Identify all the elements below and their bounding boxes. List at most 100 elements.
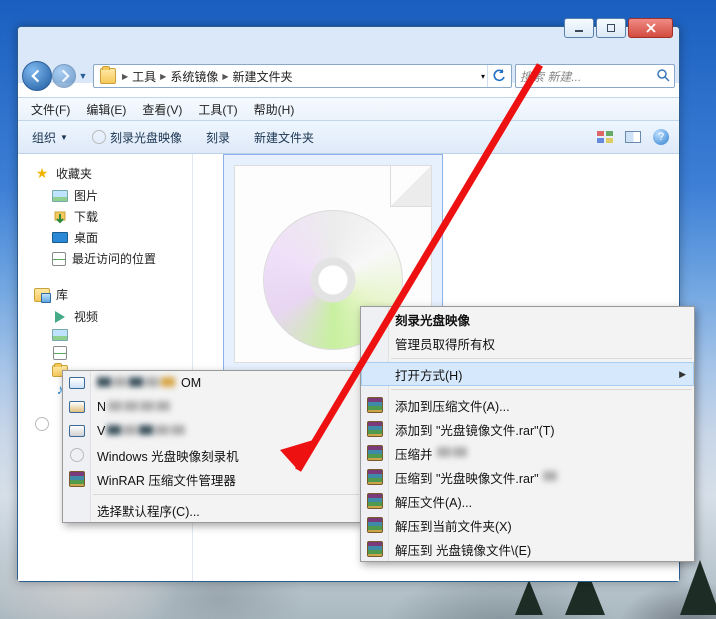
preview-pane-button[interactable]	[621, 126, 645, 148]
ctx-burn-disc-image[interactable]: 刻录光盘映像	[361, 307, 694, 331]
breadcrumb-seg-1[interactable]: 系统镜像	[168, 68, 220, 85]
ctx-extract-to-named[interactable]: 解压到 光盘镜像文件\(E)	[361, 537, 694, 561]
winrar-icon	[367, 469, 383, 485]
sidebar-favorites[interactable]: ★收藏夹	[22, 162, 188, 185]
address-bar[interactable]: ▶ 工具 ▶ 系统镜像 ▶ 新建文件夹 ▾	[93, 64, 512, 88]
sidebar-item-downloads[interactable]: 下载	[22, 206, 188, 227]
folder-icon	[100, 68, 116, 84]
ctx-compress-to-named[interactable]: 压缩到 "光盘映像文件.rar"	[361, 465, 694, 489]
winrar-icon	[367, 493, 383, 509]
ctx-compress-and[interactable]: 压缩并	[361, 441, 694, 465]
menu-separator	[93, 494, 359, 495]
menu-separator	[391, 389, 692, 390]
sidebar-item-pictures-lib[interactable]	[22, 327, 188, 343]
view-options-icon	[597, 131, 613, 143]
view-options-button[interactable]	[593, 126, 617, 148]
menu-edit[interactable]: 编辑(E)	[79, 99, 133, 120]
app-icon	[69, 399, 85, 415]
ctx-add-to-archive[interactable]: 添加到压缩文件(A)...	[361, 393, 694, 417]
menu-help[interactable]: 帮助(H)	[247, 99, 302, 120]
burner-icon	[69, 447, 85, 463]
winrar-icon	[367, 541, 383, 557]
ctx-label: 添加到 "光盘镜像文件.rar"(T)	[395, 420, 555, 439]
sidebar-item-videos[interactable]: 视频	[22, 306, 188, 327]
file-context-menu: 刻录光盘映像 管理员取得所有权 打开方式(H) ▶ 添加到压缩文件(A)... …	[360, 306, 695, 562]
menu-separator	[391, 358, 692, 359]
ctx-extract-files[interactable]: 解压文件(A)...	[361, 489, 694, 513]
ctx-open-with[interactable]: 打开方式(H) ▶	[361, 362, 694, 386]
command-bar: 组织 ▼ 刻录光盘映像 刻录 新建文件夹 ?	[18, 121, 679, 154]
computer-icon	[34, 416, 50, 432]
sidebar-libraries[interactable]: 库	[22, 283, 188, 306]
breadcrumb-separator[interactable]: ▶	[220, 72, 230, 81]
pictures-icon	[52, 329, 68, 341]
open-with-item-censored-2[interactable]: N	[63, 395, 361, 419]
breadcrumb-separator[interactable]: ▶	[120, 72, 130, 81]
ctx-label: 打开方式(H)	[395, 365, 462, 384]
open-with-label: V	[97, 424, 105, 438]
submenu-arrow-icon: ▶	[679, 369, 686, 380]
navigation-row: ▼ ▶ 工具 ▶ 系统镜像 ▶ 新建文件夹 ▾ 搜索 新建...	[22, 59, 675, 93]
breadcrumb-seg-2[interactable]: 新建文件夹	[231, 68, 295, 85]
help-icon: ?	[653, 129, 669, 145]
open-with-label: OM	[181, 376, 201, 390]
help-button[interactable]: ?	[649, 126, 673, 148]
ctx-label: 压缩并	[395, 444, 433, 463]
open-with-label: Windows 光盘映像刻录机	[97, 446, 239, 465]
app-icon	[69, 423, 85, 439]
desktop-icon	[52, 232, 68, 243]
ctx-add-to-named-rar[interactable]: 添加到 "光盘镜像文件.rar"(T)	[361, 417, 694, 441]
sidebar-item-pictures[interactable]: 图片	[22, 185, 188, 206]
new-folder-button[interactable]: 新建文件夹	[246, 127, 322, 148]
forward-button[interactable]	[52, 64, 76, 88]
open-with-label: 选择默认程序(C)...	[97, 501, 200, 520]
ctx-label: 添加到压缩文件(A)...	[395, 396, 510, 415]
nav-history-dropdown[interactable]: ▼	[76, 66, 90, 86]
winrar-icon	[367, 397, 383, 413]
breadcrumb-seg-0[interactable]: 工具	[130, 68, 158, 85]
favorites-icon: ★	[34, 166, 50, 182]
ctx-extract-here[interactable]: 解压到当前文件夹(X)	[361, 513, 694, 537]
ctx-label: 解压文件(A)...	[395, 492, 472, 511]
burn-button[interactable]: 刻录	[198, 127, 238, 148]
sidebar-item-desktop[interactable]: 桌面	[22, 227, 188, 248]
open-with-label: N	[97, 400, 106, 414]
close-button[interactable]	[628, 18, 673, 38]
burn-disc-image-button[interactable]: 刻录光盘映像	[84, 127, 190, 148]
ctx-label: 刻录光盘映像	[395, 310, 470, 329]
recent-places-icon	[52, 252, 66, 266]
sidebar-item-documents[interactable]	[22, 343, 188, 363]
open-with-item-censored-1[interactable]: OM	[63, 371, 361, 395]
ctx-admin-ownership[interactable]: 管理员取得所有权	[361, 331, 694, 355]
menu-bar: 文件(F) 编辑(E) 查看(V) 工具(T) 帮助(H)	[18, 97, 679, 121]
ctx-label: 管理员取得所有权	[395, 334, 495, 353]
open-with-item-winrar[interactable]: WinRAR 压缩文件管理器	[63, 467, 361, 491]
open-with-item-censored-3[interactable]: V	[63, 419, 361, 443]
disc-icon	[92, 130, 106, 144]
refresh-button[interactable]	[487, 65, 509, 87]
menu-file[interactable]: 文件(F)	[24, 99, 77, 120]
open-with-item-windows-burner[interactable]: Windows 光盘映像刻录机	[63, 443, 361, 467]
winrar-icon	[367, 517, 383, 533]
search-input[interactable]: 搜索 新建...	[515, 64, 675, 88]
menu-view[interactable]: 查看(V)	[135, 99, 189, 120]
preview-pane-icon	[625, 131, 641, 143]
winrar-icon	[367, 421, 383, 437]
organize-button[interactable]: 组织 ▼	[24, 127, 76, 148]
back-button[interactable]	[22, 61, 52, 91]
menu-tools[interactable]: 工具(T)	[191, 99, 244, 120]
open-with-choose-default[interactable]: 选择默认程序(C)...	[63, 498, 361, 522]
app-icon	[69, 375, 85, 391]
videos-icon	[52, 309, 68, 325]
ctx-label: 压缩到 "光盘映像文件.rar"	[395, 468, 539, 487]
pictures-icon	[52, 190, 68, 202]
breadcrumb-separator[interactable]: ▶	[158, 72, 168, 81]
minimize-button[interactable]	[564, 18, 594, 38]
search-placeholder: 搜索 新建...	[520, 68, 581, 85]
address-dropdown[interactable]: ▾	[479, 72, 487, 81]
sidebar-item-recent[interactable]: 最近访问的位置	[22, 248, 188, 269]
maximize-button[interactable]	[596, 18, 626, 38]
ctx-label: 解压到 光盘镜像文件\(E)	[395, 540, 531, 559]
downloads-icon	[52, 209, 68, 225]
window-controls	[564, 18, 673, 38]
